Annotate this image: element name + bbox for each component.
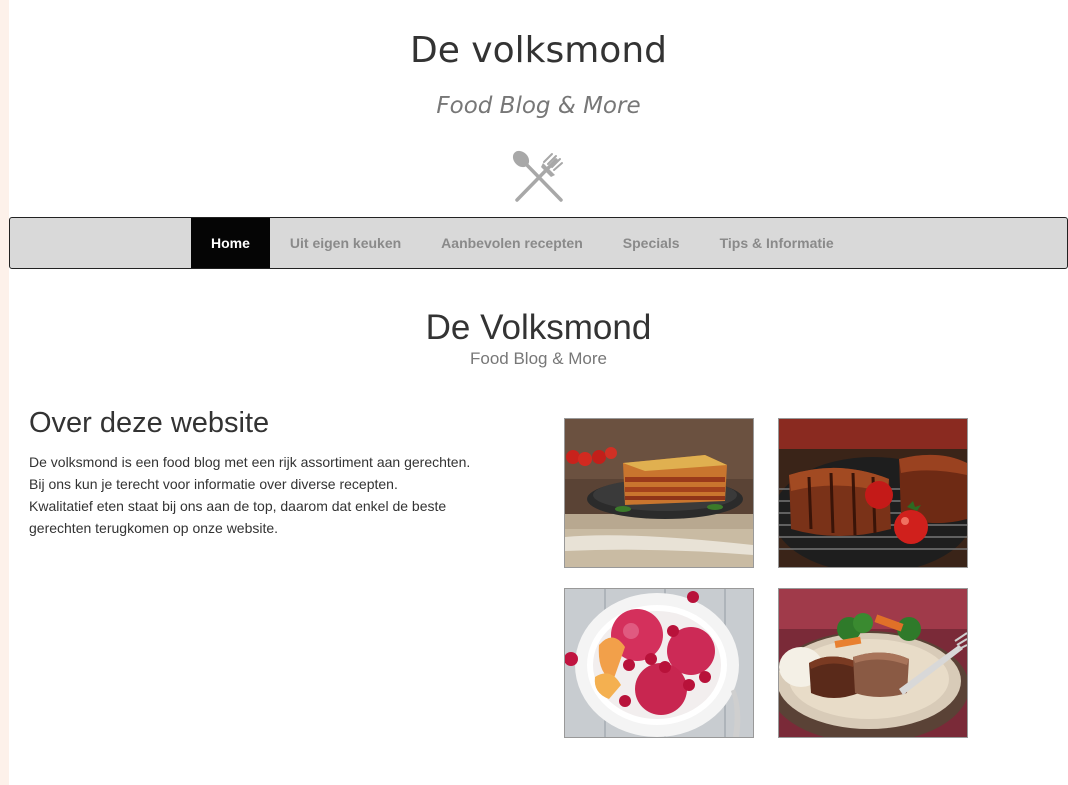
- about-title: Over deze website: [29, 407, 270, 439]
- main-navigation: Home Uit eigen keuken Aanbevolen recepte…: [9, 217, 1068, 269]
- hero-title: De Volksmond: [425, 308, 652, 347]
- about-line: gerechten terugkomen op onze website.: [29, 520, 279, 536]
- about-text: De volksmond is een food blog met een ri…: [29, 451, 529, 539]
- grilled-ribs-photo[interactable]: [778, 418, 968, 568]
- hero-section: De Volksmond Food Blog & More: [9, 306, 1068, 368]
- nav-item-uit-eigen-keuken[interactable]: Uit eigen keuken: [270, 218, 421, 268]
- nav-list: Home Uit eigen keuken Aanbevolen recepte…: [191, 218, 854, 268]
- nav-item-specials[interactable]: Specials: [603, 218, 700, 268]
- cutlery-icon: [512, 150, 563, 202]
- about-section: Over deze website De volksmond is een fo…: [29, 405, 529, 539]
- hero-subtitle: Food Blog & More: [469, 349, 607, 368]
- nav-item-aanbevolen-recepten[interactable]: Aanbevolen recepten: [421, 218, 603, 268]
- about-line: De volksmond is een food blog met een ri…: [29, 454, 471, 470]
- site-title[interactable]: De volksmond: [9, 30, 1068, 71]
- raspberry-sorbet-photo[interactable]: [564, 588, 754, 738]
- nav-item-tips-informatie[interactable]: Tips & Informatie: [700, 218, 854, 268]
- site-tagline: Food Blog & More: [436, 93, 641, 119]
- site-header: De volksmond Food Blog & More: [9, 0, 1068, 217]
- lasagna-photo[interactable]: [564, 418, 754, 568]
- about-line: Bij ons kun je terecht voor informatie o…: [29, 476, 398, 492]
- nav-item-home[interactable]: Home: [191, 218, 270, 268]
- page-left-edge: [0, 0, 9, 785]
- steak-dinner-photo[interactable]: [778, 588, 968, 738]
- about-line: Kwalitatief eten staat bij ons aan de to…: [29, 498, 447, 514]
